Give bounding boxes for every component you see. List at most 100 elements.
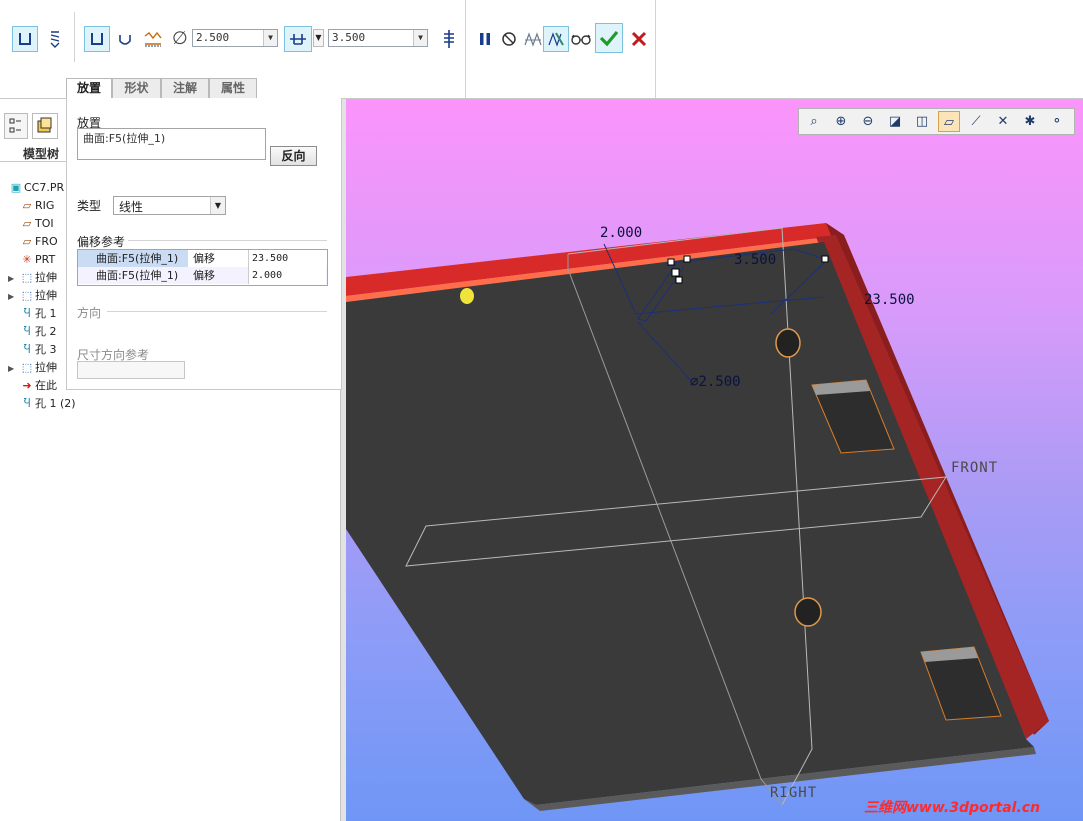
tree-item[interactable]: Ⴏ 孔 1 (2) [8, 395, 76, 412]
dimension-text[interactable]: 3.500 [734, 252, 776, 268]
tree-item[interactable]: ▶ ⬚ 拉伸 [8, 287, 57, 304]
chevron-down-icon[interactable]: ▼ [413, 30, 427, 46]
tree-item[interactable]: ▣ CC7.PR [8, 179, 64, 196]
tab-placement[interactable]: 放置 [66, 78, 112, 99]
expand-triangle-icon[interactable]: ▶ [8, 360, 19, 377]
zoom-in-icon[interactable]: ⊕ [830, 111, 852, 132]
offset-value[interactable]: 23.500 [248, 250, 326, 267]
glasses-preview-icon[interactable] [568, 26, 594, 52]
datum-plane-icon: ▱ [22, 199, 32, 212]
zoom-out-icon[interactable]: ⊖ [857, 111, 879, 132]
tree-item[interactable]: ▱ RIG [8, 197, 55, 214]
tree-item[interactable]: ▱ TOI [8, 215, 54, 232]
repaint-icon[interactable]: ◪ [884, 111, 906, 132]
tree-header-row: 模型树 [0, 143, 66, 162]
diameter-value: 2.500 [196, 31, 230, 44]
no-preview-icon[interactable] [496, 26, 522, 52]
dimension-text[interactable]: 2.000 [600, 225, 642, 241]
right-datum-label: RIGHT [770, 785, 818, 801]
type-label: 类型 [77, 199, 102, 213]
view-toolbar: ⌕ ⊕ ⊖ ◪ ◫ ▱ ⟋ ✕ ✱ ⚬ [798, 108, 1075, 135]
insert-here-arrow-icon: ➜ [22, 379, 32, 392]
display-style-icon[interactable]: ◫ [911, 111, 933, 132]
tree-item-label: 孔 2 [35, 325, 57, 338]
type-select[interactable]: 线性 ▼ [113, 196, 226, 215]
model-tree-header: 模型树 [23, 147, 60, 161]
offset-kind[interactable]: 偏移 [193, 250, 215, 267]
divider [107, 311, 327, 312]
expand-triangle-icon[interactable]: ▶ [8, 270, 19, 287]
tree-item[interactable]: ✳ PRT [8, 251, 55, 268]
dim-direction-ref-field[interactable] [77, 361, 185, 379]
expand-triangle-icon[interactable]: ▶ [8, 288, 19, 305]
offset-kind[interactable]: 偏移 [193, 267, 215, 284]
table-row[interactable]: 曲面:F5(拉伸_1) 偏移 2.000 [78, 267, 327, 284]
cancel-x-icon[interactable] [626, 26, 652, 52]
datum-plane-icon: ▱ [22, 235, 32, 248]
divider [74, 12, 75, 62]
annotation-display-icon[interactable]: ⚬ [1046, 111, 1068, 132]
accept-check-icon[interactable] [595, 23, 623, 53]
chevron-down-icon[interactable]: ▼ [210, 197, 225, 214]
table-row[interactable]: 曲面:F5(拉伸_1) 偏移 23.500 [78, 250, 327, 267]
offset-refs-label: 偏移参考 [77, 235, 126, 249]
tree-item-label: PRT [35, 253, 56, 266]
refit-icon[interactable]: ⌕ [803, 111, 825, 132]
thread-icon[interactable] [436, 26, 462, 52]
verify-mode-icon[interactable] [543, 26, 569, 52]
chevron-down-icon[interactable]: ▼ [313, 29, 324, 47]
type-value: 线性 [119, 200, 144, 214]
standard-hole-icon[interactable] [42, 26, 68, 52]
tab-notes[interactable]: 注解 [161, 78, 209, 98]
extrude-icon: ⬚ [21, 271, 33, 284]
sketch-profile-icon[interactable] [140, 26, 166, 52]
csys-display-icon[interactable]: ✱ [1019, 111, 1041, 132]
simple-hole-icon[interactable] [12, 26, 38, 52]
extrude-icon: ⬚ [21, 361, 33, 374]
offset-value[interactable]: 2.000 [248, 267, 326, 284]
divider [465, 0, 466, 98]
hole-new-icon: Ⴏ [23, 397, 31, 410]
tree-item[interactable]: ▱ FRO [8, 233, 58, 250]
folder-browser-icon[interactable] [32, 113, 58, 139]
front-datum-label: FRONT [951, 460, 999, 476]
diameter-dim: 2.500 [698, 374, 741, 390]
dimension-text[interactable]: ∅2.500 [690, 374, 741, 390]
primary-reference-collector[interactable]: 曲面:F5(拉伸_1) [77, 128, 266, 160]
datum-plane-icon: ▱ [22, 217, 32, 230]
tree-item-label: FRO [35, 235, 58, 248]
hole-yellow [460, 288, 474, 304]
diameter-icon: ∅ [172, 28, 188, 49]
depth-combo[interactable]: 3.500 ▼ [328, 29, 428, 47]
point-display-icon[interactable]: ✕ [992, 111, 1014, 132]
offset-ref: 曲面:F5(拉伸_1) [96, 269, 179, 282]
tree-item-label: 在此 [35, 379, 57, 392]
dimension-text[interactable]: 23.500 [864, 292, 915, 308]
tab-properties[interactable]: 属性 [209, 78, 257, 98]
chevron-down-icon[interactable]: ▼ [263, 30, 277, 46]
tree-item-label: RIG [35, 199, 55, 212]
offset-ref: 曲面:F5(拉伸_1) [96, 252, 179, 265]
tree-item-label: 拉伸 [35, 289, 57, 302]
tree-item[interactable]: ▶ ⬚ 拉伸 [8, 359, 57, 376]
plane-display-icon[interactable]: ▱ [938, 111, 960, 132]
flip-button[interactable]: 反向 [270, 146, 317, 166]
tree-item[interactable]: Ⴏ 孔 1 [8, 305, 57, 322]
standard-profile-icon[interactable] [112, 26, 138, 52]
model-tree-tab-icon[interactable] [4, 113, 28, 139]
tree-item[interactable]: Ⴏ 孔 3 [8, 341, 57, 358]
tree-item[interactable]: Ⴏ 孔 2 [8, 323, 57, 340]
watermark: 三维网www.3dportal.cn [864, 800, 1041, 816]
depth-option-icon[interactable] [284, 26, 312, 52]
axis-display-icon[interactable]: ⟋ [965, 111, 987, 132]
predefined-profile-icon[interactable] [84, 26, 110, 52]
tab-shape[interactable]: 形状 [112, 78, 161, 98]
hole-icon: Ⴏ [23, 307, 31, 320]
tree-item[interactable]: ➜ 在此 [8, 377, 57, 394]
pause-icon[interactable] [472, 26, 498, 52]
graphics-viewport[interactable]: 2.000 3.500 23.500 ∅2.500 FRONT RIGHT 三维… [346, 99, 1083, 821]
direction-label: 方向 [77, 306, 102, 320]
tree-item[interactable]: ▶ ⬚ 拉伸 [8, 269, 57, 286]
divider [128, 240, 327, 241]
diameter-combo[interactable]: 2.500 ▼ [192, 29, 278, 47]
